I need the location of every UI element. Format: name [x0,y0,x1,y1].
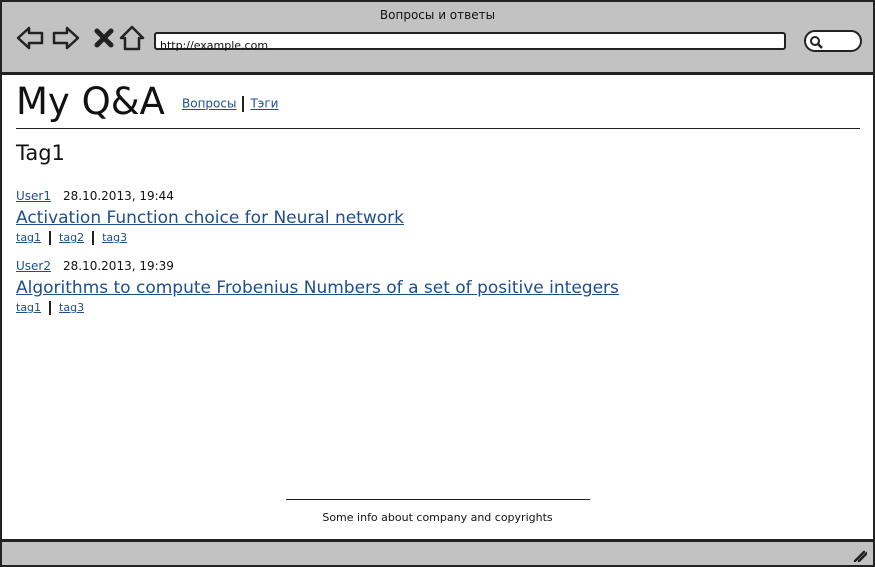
stop-button[interactable] [90,24,118,52]
user-link[interactable]: User2 [16,259,51,273]
footer-text: Some info about company and copyrights [322,511,553,524]
tag-list: tag1 tag3 [16,301,860,315]
forward-button[interactable] [52,24,80,52]
divider [49,301,52,315]
home-button[interactable] [118,24,146,52]
site-title: My Q&A [16,80,165,123]
tag-link[interactable]: tag1 [16,231,41,244]
divider [242,96,245,112]
top-nav: Вопросы Тэги [182,96,278,112]
question-date: 28.10.2013, 19:39 [63,259,174,273]
question-date: 28.10.2013, 19:44 [63,189,174,203]
back-button[interactable] [16,24,44,52]
question-meta: User1 28.10.2013, 19:44 [16,189,860,203]
user-link[interactable]: User1 [16,189,51,203]
close-icon [94,28,114,48]
window-title: Вопросы и ответы [379,8,496,22]
page-title: Tag1 [16,141,65,165]
question-title-link[interactable]: Activation Function choice for Neural ne… [16,207,860,229]
address-bar[interactable] [154,32,786,53]
search-box[interactable] [804,30,862,52]
question-meta: User2 28.10.2013, 19:39 [16,259,860,273]
page-content: My Q&A Вопросы Тэги Tag1 User1 28.10.2013,… [16,80,860,329]
search-icon [810,36,823,49]
question-title-link[interactable]: Algorithms to compute Frobenius Numbers … [16,277,860,299]
tag-link[interactable]: tag3 [102,231,127,244]
arrow-right-icon [52,26,80,50]
site-header: My Q&A Вопросы Тэги [16,80,860,129]
arrow-left-icon [16,26,44,50]
browser-window: Вопросы и ответы My Q&A Вопросы Тэги Tag1 [0,0,875,567]
divider [49,231,52,245]
tag-link[interactable]: tag2 [59,231,84,244]
tag-list: tag1 tag2 tag3 [16,231,860,245]
resize-grip-icon[interactable] [853,548,867,562]
browser-toolbar: Вопросы и ответы [2,2,873,75]
question-list: User1 28.10.2013, 19:44 Activation Functi… [16,189,860,315]
footer-divider [286,499,590,500]
status-bar [2,539,873,565]
nav-link-questions[interactable]: Вопросы [182,97,236,111]
tag-link[interactable]: tag3 [59,301,84,314]
list-item: User2 28.10.2013, 19:39 Algorithms to com… [16,259,860,315]
tag-link[interactable]: tag1 [16,301,41,314]
address-input[interactable] [156,38,764,53]
nav-link-tags[interactable]: Тэги [250,97,278,111]
divider [92,231,95,245]
list-item: User1 28.10.2013, 19:44 Activation Functi… [16,189,860,245]
home-icon [119,25,145,51]
